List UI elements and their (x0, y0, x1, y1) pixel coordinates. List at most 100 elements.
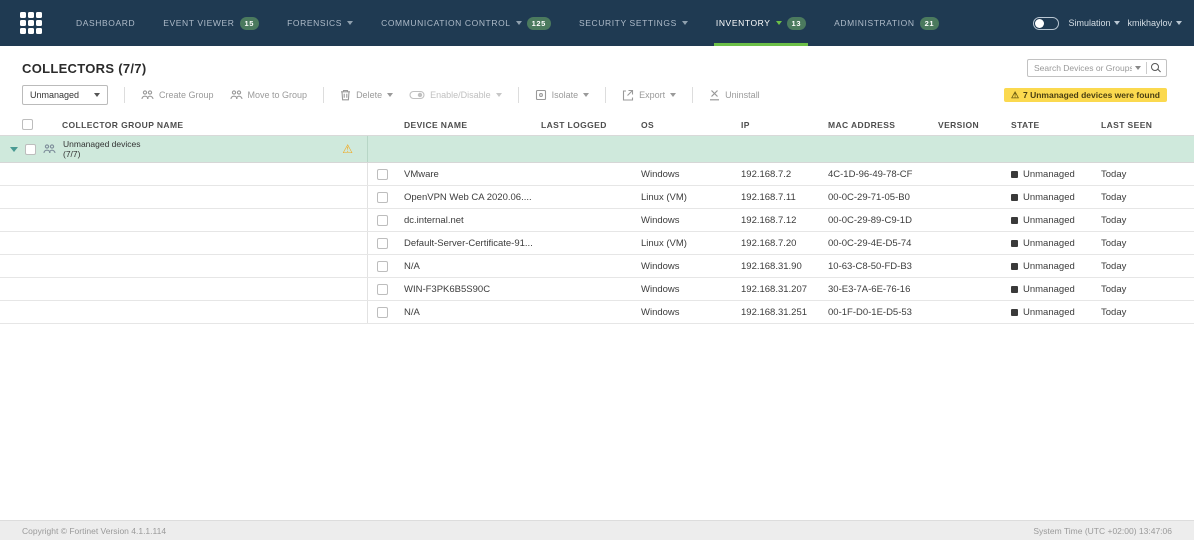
button-label: Enable/Disable (430, 90, 491, 100)
nav-item-label: DASHBOARD (76, 18, 136, 28)
page-title: COLLECTORS (7/7) (22, 60, 147, 76)
top-nav: DASHBOARD EVENT VIEWER 15 FORENSICS COMM… (0, 0, 1194, 46)
chevron-down-icon (1176, 21, 1182, 25)
device-name-cell: VMware (404, 168, 439, 180)
state-cell: Unmanaged (1011, 215, 1101, 226)
device-row[interactable]: N/A Windows 192.168.31.90 10-63-C8-50-FD… (0, 255, 1194, 278)
device-row[interactable]: VMware Windows 192.168.7.2 4C-1D-96-49-7… (0, 163, 1194, 186)
device-row[interactable]: dc.internal.net Windows 192.168.7.12 00-… (0, 209, 1194, 232)
chevron-down-icon (515, 21, 522, 25)
warning-banner[interactable]: ⚠ 7 Unmanaged devices were found (1003, 88, 1167, 102)
device-row[interactable]: OpenVPN Web CA 2020.06.... Linux (VM) 19… (0, 186, 1194, 209)
search-icon[interactable] (1151, 63, 1161, 73)
nav-item-forensics[interactable]: FORENSICS (273, 0, 367, 46)
uninstall-button[interactable]: Uninstall (709, 89, 760, 101)
device-checkbox[interactable] (377, 237, 388, 249)
nav-item-security-settings[interactable]: SECURITY SETTINGS (565, 0, 702, 46)
col-last-seen[interactable]: LAST SEEN (1101, 120, 1194, 130)
mac-address-cell: 10-63-C8-50-FD-B3 (828, 260, 912, 272)
group-row-unmanaged-devices[interactable]: Unmanaged devices (7/7) ⚠ (0, 136, 1194, 163)
device-checkbox[interactable] (377, 306, 388, 318)
toolbar-divider (605, 87, 607, 103)
mac-address-cell: 00-1F-D0-1E-D5-53 (828, 306, 912, 318)
group-count: (7/7) (63, 149, 81, 159)
group-people-icon (141, 90, 154, 100)
nav-item-dashboard[interactable]: DASHBOARD (62, 0, 149, 46)
search-scope-chevron-icon[interactable] (1135, 66, 1141, 70)
state-label: Unmanaged (1023, 168, 1075, 180)
device-name-cell: Default-Server-Certificate-91... (404, 237, 533, 249)
toolbar-divider (124, 87, 125, 103)
mac-address-cell: 00-0C-29-4E-D5-74 (828, 237, 912, 249)
nav-item-label: COMMUNICATION CONTROL (381, 18, 511, 28)
unmanaged-state-icon (1011, 262, 1018, 270)
export-button[interactable]: Export (622, 89, 677, 101)
create-group-button[interactable]: Create Group (141, 89, 214, 101)
device-row[interactable]: Default-Server-Certificate-91... Linux (… (0, 232, 1194, 255)
os-cell: Windows (641, 283, 680, 295)
device-checkbox[interactable] (377, 260, 388, 272)
chevron-down-icon (681, 21, 688, 25)
device-checkbox[interactable] (377, 168, 388, 180)
col-mac-address[interactable]: MAC ADDRESS (828, 120, 938, 130)
page-header: COLLECTORS (7/7) (0, 46, 1194, 83)
last-seen-cell: Today (1101, 283, 1127, 295)
col-os[interactable]: OS (641, 120, 741, 130)
collapse-group-icon[interactable] (10, 146, 18, 152)
delete-button[interactable]: Delete (340, 89, 394, 101)
col-last-logged[interactable]: LAST LOGGED (541, 120, 641, 130)
device-row[interactable]: N/A Windows 192.168.31.251 00-1F-D0-1E-D… (0, 301, 1194, 324)
table-header: COLLECTOR GROUP NAME DEVICE NAME LAST LO… (0, 114, 1194, 136)
chevron-down-icon (94, 93, 100, 97)
nav-badge: 125 (526, 16, 551, 30)
isolate-icon (535, 89, 546, 101)
device-checkbox[interactable] (377, 214, 388, 226)
col-ip[interactable]: IP (741, 120, 828, 130)
device-row[interactable]: WIN-F3PK6B5S90C Windows 192.168.31.207 3… (0, 278, 1194, 301)
group-checkbox[interactable] (25, 143, 36, 155)
collectors-table: COLLECTOR GROUP NAME DEVICE NAME LAST LO… (0, 114, 1194, 324)
enable-disable-button[interactable]: Enable/Disable (409, 89, 502, 101)
col-collector-group-name[interactable]: COLLECTOR GROUP NAME (46, 120, 368, 130)
group-filter-dropdown[interactable]: Unmanaged (22, 85, 108, 105)
nav-item-communication-control[interactable]: COMMUNICATION CONTROL 125 (367, 0, 565, 46)
col-version[interactable]: VERSION (938, 120, 1011, 130)
toggle-knob (1035, 18, 1045, 28)
nav-item-event-viewer[interactable]: EVENT VIEWER 15 (149, 0, 273, 46)
chevron-down-icon (583, 93, 590, 97)
simulation-toggle[interactable] (1033, 16, 1060, 30)
chevron-down-icon (670, 93, 677, 97)
device-name-cell: N/A (404, 306, 420, 318)
select-all-checkbox[interactable] (22, 119, 33, 130)
toolbar-divider (323, 87, 325, 103)
simulation-menu[interactable]: Simulation (1068, 18, 1121, 28)
uninstall-x-icon (710, 90, 720, 101)
last-seen-cell: Today (1101, 237, 1127, 249)
nav-right: Simulation kmikhaylov (1033, 0, 1194, 46)
mac-address-cell: 4C-1D-96-49-78-CF (828, 168, 913, 180)
group-row-rest (368, 136, 1194, 162)
group-column-spacer (0, 255, 368, 277)
ip-cell: 192.168.31.207 (741, 283, 808, 295)
username: kmikhaylov (1127, 18, 1172, 28)
nav-item-administration[interactable]: ADMINISTRATION 21 (820, 0, 953, 46)
app-logo[interactable] (0, 0, 62, 46)
device-checkbox[interactable] (377, 283, 388, 295)
isolate-button[interactable]: Isolate (535, 89, 590, 101)
state-label: Unmanaged (1023, 214, 1075, 226)
col-state[interactable]: STATE (1011, 120, 1101, 130)
device-checkbox[interactable] (377, 191, 388, 203)
os-cell: Windows (641, 306, 680, 318)
col-device-name[interactable]: DEVICE NAME (400, 120, 541, 130)
state-cell: Unmanaged (1011, 284, 1101, 295)
state-cell: Unmanaged (1011, 238, 1101, 249)
group-filter-value: Unmanaged (30, 90, 80, 100)
user-menu[interactable]: kmikhaylov (1127, 18, 1182, 28)
nav-item-label: INVENTORY (715, 18, 771, 28)
move-to-group-button[interactable]: Move to Group (229, 89, 307, 101)
os-cell: Windows (641, 214, 680, 226)
state-label: Unmanaged (1023, 283, 1075, 295)
mac-address-cell: 30-E3-7A-6E-76-16 (828, 283, 911, 295)
nav-item-inventory[interactable]: INVENTORY 13 (702, 0, 820, 46)
search-input[interactable] (1034, 63, 1132, 73)
